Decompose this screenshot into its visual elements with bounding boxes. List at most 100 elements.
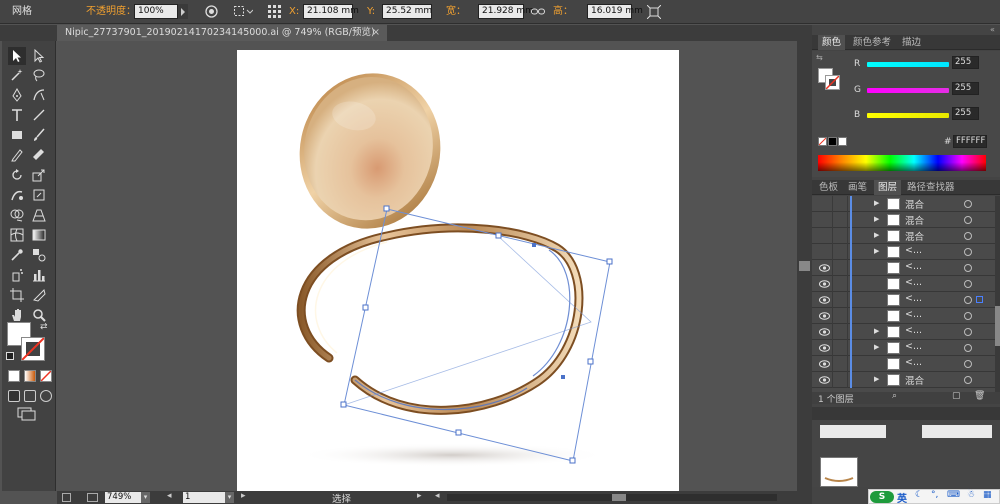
close-tab-icon[interactable]: ×	[372, 25, 380, 41]
expand-arrow-icon[interactable]: ▶	[874, 199, 879, 207]
new-layer-icon[interactable]: ▢	[952, 391, 961, 401]
x-field[interactable]: 21.108 mm	[303, 4, 359, 19]
lock-toggle[interactable]	[832, 308, 848, 324]
visibility-eye-icon[interactable]	[818, 327, 830, 337]
tab-stroke[interactable]: 描边	[898, 35, 925, 50]
b-slider[interactable]	[867, 113, 949, 118]
status-menu-icon[interactable]: ▸	[417, 491, 422, 501]
black-swatch[interactable]	[828, 137, 837, 146]
target-circle-icon[interactable]	[964, 248, 972, 256]
layer-row[interactable]: ▶ <...	[812, 340, 995, 356]
page-dropdown-icon[interactable]: ▾	[225, 492, 234, 503]
draw-inside-icon[interactable]	[40, 390, 52, 402]
artboard[interactable]	[237, 50, 679, 491]
screen-mode-icon[interactable]	[17, 407, 37, 421]
stroke-swatch[interactable]	[21, 337, 45, 361]
color-mode-icon[interactable]	[8, 370, 20, 382]
skin-icon[interactable]: ▦	[983, 490, 992, 500]
visibility-eye-icon[interactable]	[818, 279, 830, 289]
delete-layer-icon[interactable]: 🗑	[974, 391, 985, 401]
visibility-eye-icon[interactable]	[818, 263, 830, 273]
transform-menu-icon[interactable]	[232, 4, 254, 19]
transform-panel-icon[interactable]	[646, 4, 662, 19]
artboard-tool-icon[interactable]	[8, 286, 26, 304]
user-icon[interactable]: ☃	[967, 490, 975, 500]
none-mode-icon[interactable]	[40, 370, 52, 382]
layer-row[interactable]: ▶ 混合	[812, 372, 995, 388]
blend-tool-icon[interactable]	[30, 246, 48, 264]
opacity-field[interactable]: 100%	[134, 4, 178, 19]
layers-scrollbar[interactable]	[995, 196, 1000, 392]
layer-name[interactable]: <...	[905, 341, 922, 352]
lock-toggle[interactable]	[832, 212, 848, 228]
layer-name[interactable]: <...	[905, 309, 922, 320]
visibility-eye-icon[interactable]	[818, 311, 830, 321]
default-colors-icon[interactable]	[6, 352, 14, 360]
magic-wand-tool-icon[interactable]	[8, 66, 26, 84]
lasso-tool-icon[interactable]	[30, 66, 48, 84]
page-field[interactable]: 1	[183, 492, 225, 503]
horizontal-scroll-thumb[interactable]	[612, 494, 626, 501]
column-graph-tool-icon[interactable]	[30, 266, 48, 284]
r-value[interactable]: 255	[952, 56, 979, 69]
tab-color[interactable]: 颜色	[818, 35, 846, 50]
ring-illustration[interactable]	[237, 50, 679, 491]
g-slider[interactable]	[867, 88, 949, 93]
expand-arrow-icon[interactable]: ▶	[874, 231, 879, 239]
pencil-tool-icon[interactable]	[8, 146, 26, 164]
target-circle-icon[interactable]	[964, 232, 972, 240]
target-circle-icon[interactable]	[964, 328, 972, 336]
eraser-tool-icon[interactable]	[30, 146, 48, 164]
expand-arrow-icon[interactable]: ▶	[874, 375, 879, 383]
target-circle-icon[interactable]	[964, 296, 972, 304]
width-field[interactable]: 21.928 mm	[478, 4, 534, 19]
layer-name[interactable]: <...	[905, 357, 922, 368]
layer-name[interactable]: 混合	[905, 229, 924, 243]
gradient-mode-icon[interactable]	[24, 370, 36, 382]
height-field[interactable]: 16.019 mm	[587, 4, 643, 19]
next-artboard-icon[interactable]: ▸	[241, 491, 246, 501]
warp-tool-icon[interactable]	[8, 186, 26, 204]
lock-toggle[interactable]	[832, 356, 848, 372]
color-spectrum[interactable]	[818, 155, 986, 171]
symbol-sprayer-tool-icon[interactable]	[8, 266, 26, 284]
mesh-tool-icon[interactable]	[8, 226, 26, 244]
layer-name[interactable]: <...	[905, 277, 922, 288]
visibility-eye-icon[interactable]	[818, 247, 830, 257]
target-circle-icon[interactable]	[964, 312, 972, 320]
layer-row[interactable]: <...	[812, 292, 995, 308]
lock-toggle[interactable]	[832, 372, 848, 388]
tab-pathfinder[interactable]: 路径查找器	[903, 180, 959, 195]
layer-name[interactable]: 混合	[905, 213, 924, 227]
prev-artboard-icon[interactable]: ◂	[167, 491, 172, 501]
zoom-field[interactable]: 749%	[105, 492, 141, 503]
constrain-proportions-icon[interactable]	[530, 4, 546, 19]
sogou-logo[interactable]: S	[870, 491, 894, 503]
selection-indicator[interactable]	[976, 296, 983, 303]
vertical-scroll-thumb[interactable]	[799, 261, 810, 271]
lock-toggle[interactable]	[832, 324, 848, 340]
zoom-dropdown-icon[interactable]: ▾	[141, 492, 150, 503]
shape-builder-tool-icon[interactable]	[8, 206, 26, 224]
layer-row[interactable]: <...	[812, 308, 995, 324]
layers-scroll-thumb[interactable]	[995, 306, 1000, 346]
artboard-nav-icon[interactable]	[62, 493, 71, 502]
target-circle-icon[interactable]	[964, 280, 972, 288]
locate-object-icon[interactable]: ⌕	[892, 391, 897, 401]
none-color-swatch[interactable]	[818, 137, 827, 146]
recolor-icon[interactable]	[203, 4, 219, 19]
lock-toggle[interactable]	[832, 228, 848, 244]
target-circle-icon[interactable]	[964, 344, 972, 352]
layer-row[interactable]: <...	[812, 260, 995, 276]
selection-tool-icon[interactable]	[8, 47, 26, 65]
document-tab[interactable]: Nipic_27737901_20190214170234145000.ai @…	[57, 25, 387, 41]
line-tool-icon[interactable]	[30, 106, 48, 124]
y-field[interactable]: 25.52 mm	[382, 4, 432, 19]
gradient-tool-icon[interactable]	[30, 226, 48, 244]
eyedropper-tool-icon[interactable]	[8, 246, 26, 264]
layer-name[interactable]: <...	[905, 245, 922, 256]
scale-tool-icon[interactable]	[30, 166, 48, 184]
free-transform-tool-icon[interactable]	[30, 186, 48, 204]
layer-name[interactable]: <...	[905, 325, 922, 336]
tab-layers[interactable]: 图层	[874, 180, 902, 195]
